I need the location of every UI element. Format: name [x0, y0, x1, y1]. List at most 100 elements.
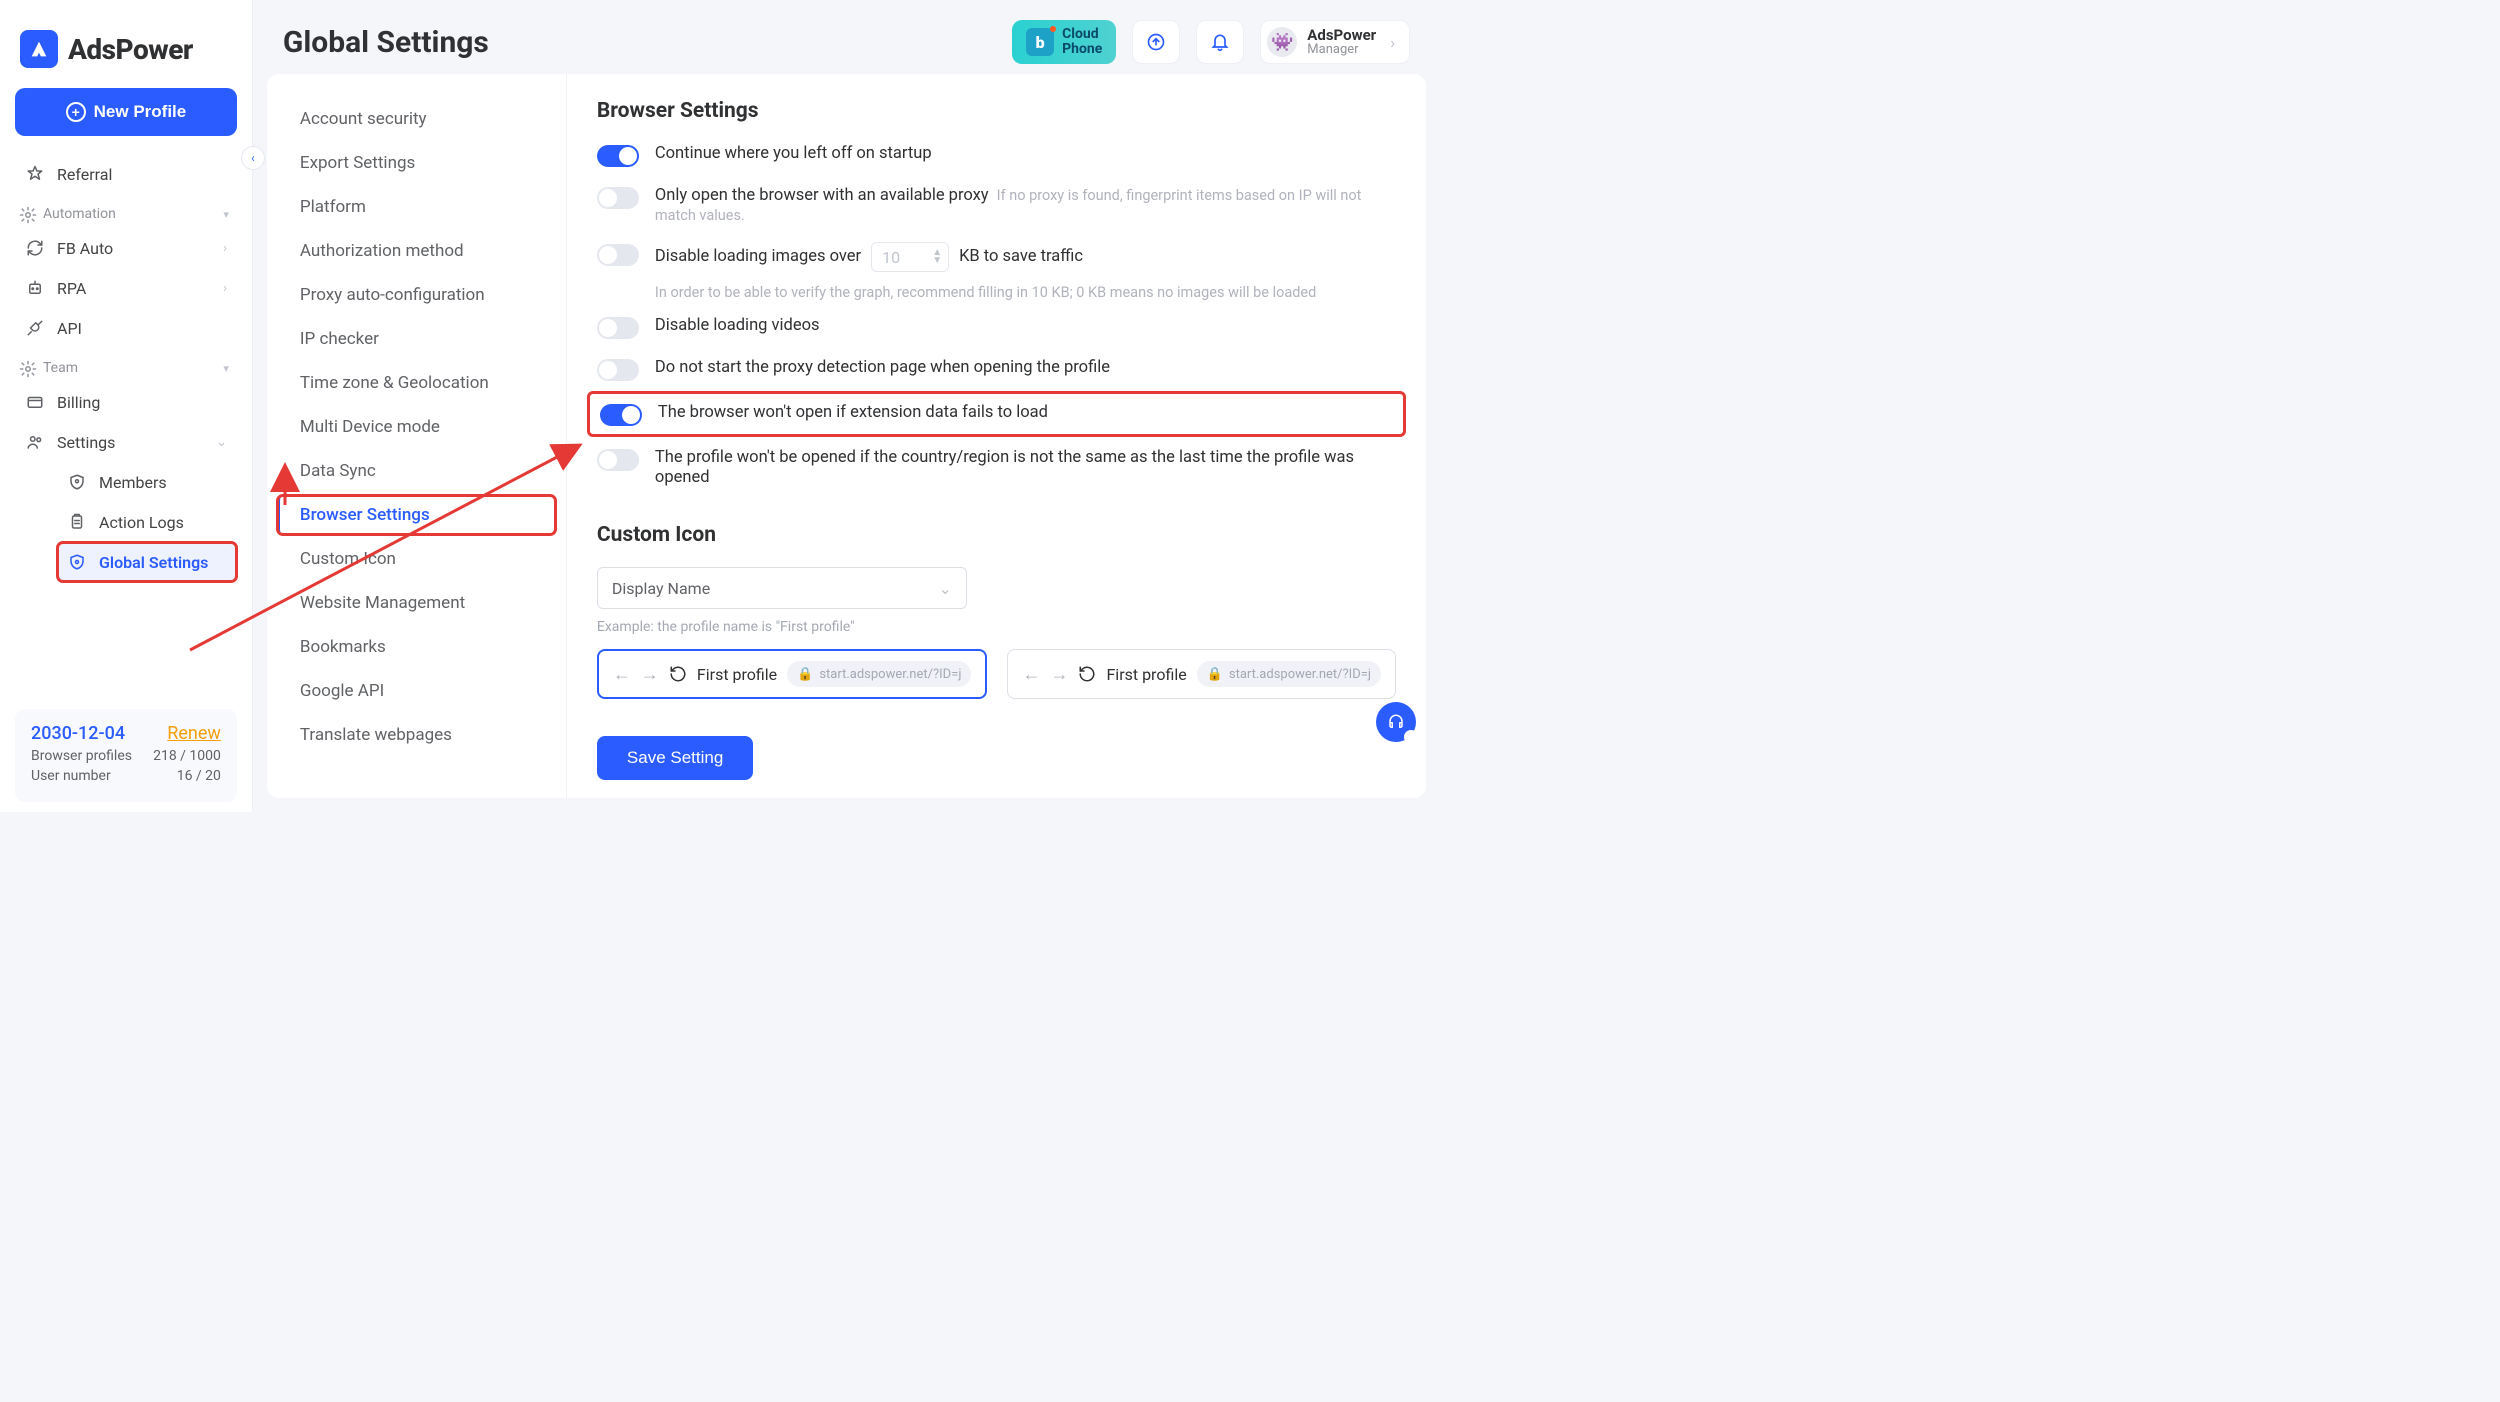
sync-button[interactable]: [1132, 20, 1180, 64]
sidebar-section-automation[interactable]: Automation ▾: [15, 194, 237, 228]
icon-preview-2[interactable]: ← → First profile 🔒start.adspower.net/?I…: [1007, 649, 1396, 699]
sidebar-item-referral[interactable]: Referral: [15, 154, 237, 194]
user-role: Manager: [1307, 43, 1376, 57]
reload-icon: [1078, 665, 1096, 683]
highlighted-setting: The browser won't open if extension data…: [587, 391, 1406, 437]
members-label: Members: [99, 473, 167, 492]
icon-preview-row: ← → First profile 🔒start.adspower.net/?I…: [597, 649, 1396, 699]
user-menu[interactable]: 👾 AdsPower Manager ›: [1260, 20, 1410, 64]
user-name: AdsPower: [1307, 27, 1376, 44]
notifications-button[interactable]: [1196, 20, 1244, 64]
wallet-icon: [25, 392, 45, 412]
save-setting-button[interactable]: Save Setting: [597, 736, 753, 780]
global-settings-label: Global Settings: [99, 553, 208, 572]
fb-auto-label: FB Auto: [57, 239, 113, 258]
action-logs-label: Action Logs: [99, 513, 184, 532]
subnav-authorization-method[interactable]: Authorization method: [277, 231, 556, 271]
toggle-disable-images[interactable]: [597, 244, 639, 266]
settings-panel: Account security Export Settings Platfor…: [267, 74, 1426, 798]
star-icon: [25, 164, 45, 184]
sidebar-item-settings[interactable]: Settings ⌄: [15, 422, 237, 462]
page-title: Global Settings: [283, 25, 489, 60]
content: Account security Export Settings Platfor…: [253, 74, 1440, 812]
forward-arrow-icon: →: [641, 664, 659, 685]
brand-logo[interactable]: AdsPower: [15, 15, 237, 88]
sidebar-item-action-logs[interactable]: Action Logs: [57, 502, 237, 542]
display-name-value: Display Name: [612, 579, 710, 598]
chevron-down-icon: ▾: [223, 362, 229, 375]
lock-icon: 🔒: [1207, 667, 1223, 682]
chevron-down-icon: ⌄: [216, 435, 227, 450]
api-label: API: [57, 319, 82, 338]
subnav-platform[interactable]: Platform: [277, 187, 556, 227]
subnav-timezone-geo[interactable]: Time zone & Geolocation: [277, 363, 556, 403]
plus-circle-icon: +: [66, 102, 86, 122]
kb-threshold-input[interactable]: 10▲▼: [871, 242, 949, 272]
subnav-custom-icon[interactable]: Custom Icon: [277, 539, 556, 579]
browser-settings-title: Browser Settings: [597, 99, 1396, 123]
sidebar-item-api[interactable]: API: [15, 308, 237, 348]
subnav-browser-settings[interactable]: Browser Settings: [277, 495, 556, 535]
toggle-extension-data-fail[interactable]: [600, 404, 642, 426]
setting-continue-startup: Continue where you left off on startup: [597, 143, 1396, 167]
display-name-select[interactable]: Display Name ⌄: [597, 567, 967, 609]
subnav-bookmarks[interactable]: Bookmarks: [277, 627, 556, 667]
toggle-disable-videos[interactable]: [597, 317, 639, 339]
brand-logo-icon: [20, 30, 58, 68]
renew-link[interactable]: Renew: [167, 723, 221, 744]
sidebar-collapse-button[interactable]: ‹: [241, 146, 265, 170]
subnav-export-settings[interactable]: Export Settings: [277, 143, 556, 183]
sidebar-item-global-settings[interactable]: Global Settings: [57, 542, 237, 582]
sidebar-item-members[interactable]: Members: [57, 462, 237, 502]
new-profile-button[interactable]: + New Profile: [15, 88, 237, 136]
toggle-country-region-match[interactable]: [597, 449, 639, 471]
toggle-skip-proxy-detection[interactable]: [597, 359, 639, 381]
settings-subnav: Account security Export Settings Platfor…: [267, 74, 567, 798]
chevron-down-icon: ▾: [223, 208, 229, 221]
sidebar-item-billing[interactable]: Billing: [15, 382, 237, 422]
expiry-date: 2030-12-04: [31, 723, 125, 744]
custom-icon-title: Custom Icon: [597, 523, 1396, 547]
icon-preview-1[interactable]: ← → First profile 🔒start.adspower.net/?I…: [597, 649, 988, 699]
toggle-continue-startup[interactable]: [597, 145, 639, 167]
preview-url-2: 🔒start.adspower.net/?ID=j: [1197, 661, 1381, 687]
main-area: Global Settings b CloudPhone 👾 AdsPower …: [253, 0, 1440, 812]
profiles-label: Browser profiles: [31, 748, 132, 764]
kb-hint: In order to be able to verify the graph,…: [655, 284, 1396, 301]
bell-icon: [1210, 32, 1230, 52]
reload-icon: [669, 665, 687, 683]
sidebar-section-team[interactable]: Team ▾: [15, 348, 237, 382]
subnav-translate-webpages[interactable]: Translate webpages: [277, 715, 556, 755]
sidebar-item-rpa[interactable]: RPA ›: [15, 268, 237, 308]
avatar-icon: 👾: [1267, 27, 1297, 57]
plug-icon: [25, 318, 45, 338]
gear-icon: [19, 360, 35, 376]
subnav-proxy-auto-config[interactable]: Proxy auto-configuration: [277, 275, 556, 315]
sidebar-nav: Referral Automation ▾ FB Auto › RPA › AP…: [15, 154, 237, 582]
sidebar-item-fb-auto[interactable]: FB Auto ›: [15, 228, 237, 268]
setting-skip-proxy-detection: Do not start the proxy detection page wh…: [597, 357, 1396, 381]
chevron-right-icon: ›: [223, 241, 227, 256]
shield-gear-icon: [67, 552, 87, 572]
toggle-open-with-proxy[interactable]: [597, 187, 639, 209]
chevron-right-icon: ›: [223, 281, 227, 296]
subnav-account-security[interactable]: Account security: [277, 99, 556, 139]
floating-help-button[interactable]: [1376, 702, 1416, 742]
account-footer-card: 2030-12-04 Renew Browser profiles 218 / …: [15, 709, 237, 802]
users-value: 16 / 20: [177, 768, 221, 784]
clipboard-icon: [67, 512, 87, 532]
subnav-website-management[interactable]: Website Management: [277, 583, 556, 623]
subnav-google-api[interactable]: Google API: [277, 671, 556, 711]
chevron-right-icon: ›: [1390, 33, 1395, 52]
sidebar: AdsPower + New Profile ‹ Referral Automa…: [0, 0, 253, 812]
back-arrow-icon: ←: [613, 664, 631, 685]
lock-icon: 🔒: [797, 667, 813, 682]
subnav-data-sync[interactable]: Data Sync: [277, 451, 556, 491]
setting-disable-images: Disable loading images over 10▲▼ KB to s…: [597, 242, 1396, 272]
topbar: Global Settings b CloudPhone 👾 AdsPower …: [253, 0, 1440, 74]
subnav-ip-checker[interactable]: IP checker: [277, 319, 556, 359]
cloud-phone-button[interactable]: b CloudPhone: [1012, 20, 1116, 64]
billing-label: Billing: [57, 393, 100, 412]
robot-icon: [25, 278, 45, 298]
subnav-multi-device[interactable]: Multi Device mode: [277, 407, 556, 447]
